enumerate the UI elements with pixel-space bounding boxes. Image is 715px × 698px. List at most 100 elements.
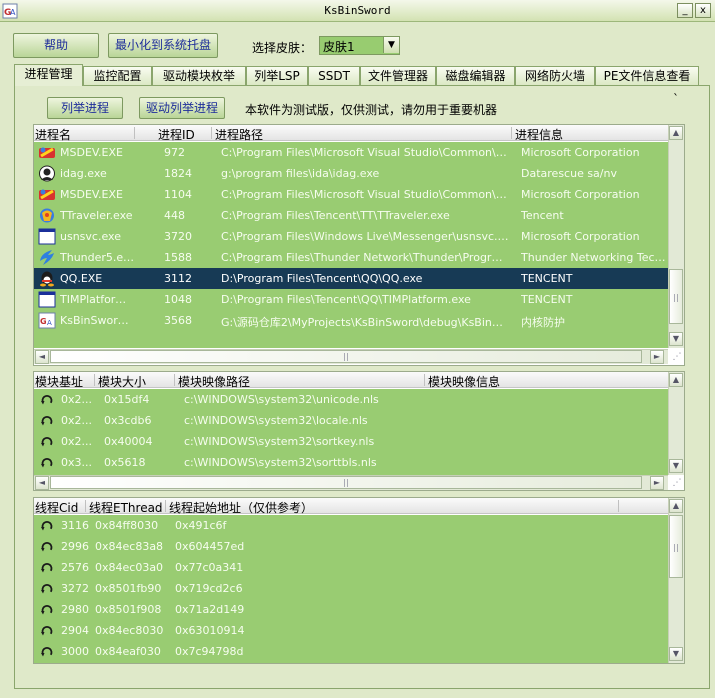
skin-select[interactable]: 皮肤1 ▼ (319, 36, 400, 55)
close-button[interactable]: x (695, 3, 711, 18)
process-row[interactable]: MSDEV.EXE 972 C:\Program Files\Microsoft V… (34, 142, 668, 163)
scroll-left-icon[interactable]: ◄ (35, 476, 49, 490)
module-row[interactable]: 0x2... 0x3cdb6 c:\WINDOWS\system32\locale.… (34, 410, 668, 431)
thread-ethread: 0x8501f908 (95, 603, 162, 616)
col-module-size[interactable]: 模块大小 (98, 373, 146, 390)
tab-process-manager[interactable]: 进程管理 (14, 64, 83, 86)
tab-driver-modules[interactable]: 驱动模块枚举 (152, 66, 246, 85)
col-thread-start-address[interactable]: 线程起始地址（仅供参考） (169, 499, 313, 516)
process-row[interactable]: QQ.EXE 3112 D:\Program Files\Tencent\QQ\QQ… (34, 268, 668, 289)
module-size: 0x40004 (104, 435, 153, 448)
tab-firewall[interactable]: 网络防火墙 (515, 66, 595, 85)
module-table: 模块基址 模块大小 模块映像路径 模块映像信息 0x2... 0x15df4 c:\… (33, 371, 685, 491)
tab-monitor-config[interactable]: 监控配置 (83, 66, 152, 85)
window-icon (38, 291, 56, 308)
tab-ssdt[interactable]: SSDT (308, 66, 360, 85)
refresh-icon (40, 456, 54, 469)
col-process-path[interactable]: 进程路径 (215, 126, 263, 143)
col-process-id[interactable]: 进程ID (158, 126, 195, 143)
process-vscroll-thumb[interactable]: || (669, 269, 683, 324)
process-row[interactable]: MSDEV.EXE 1104 C:\Program Files\Microsoft … (34, 184, 668, 205)
refresh-icon (40, 603, 54, 616)
thread-row[interactable]: 2980 0x8501f908 0x71a2d149 (34, 599, 668, 620)
thunder-icon (38, 249, 56, 266)
process-info: Microsoft Corporation (521, 146, 640, 159)
col-module-info[interactable]: 模块映像信息 (428, 373, 500, 390)
minimize-button[interactable]: _ (677, 3, 693, 18)
help-button[interactable]: 帮助 (13, 33, 99, 58)
scroll-right-icon[interactable]: ► (650, 476, 664, 490)
process-row[interactable]: usnsvc.exe 3720 C:\Program Files\Windows L… (34, 226, 668, 247)
refresh-icon (40, 561, 54, 574)
process-table-header: 进程名 进程ID 进程路径 进程信息 (34, 125, 668, 143)
msdev-icon (38, 144, 56, 161)
scroll-down-icon[interactable]: ▼ (669, 647, 683, 661)
col-thread-ethread[interactable]: 线程EThread (89, 499, 163, 516)
process-hscroll[interactable]: ◄ || ► (34, 349, 668, 364)
process-row[interactable]: TIMPlatform... 1048 D:\Program Files\Tence… (34, 289, 668, 310)
module-vscroll[interactable]: ▲ ▼ (668, 372, 684, 475)
thread-row[interactable]: 3000 0x84eaf030 0x7c94798d (34, 641, 668, 662)
thread-row[interactable]: 2996 0x84ec83a8 0x604457ed (34, 536, 668, 557)
thread-list: 3116 0x84ff8030 0x491c6f 2996 0x84ec83a8 0x60… (34, 515, 668, 663)
thread-vscroll-thumb[interactable]: || (669, 515, 683, 578)
process-info: TENCENT (521, 293, 573, 306)
refresh-icon (40, 414, 54, 427)
process-row[interactable]: idag.exe 1824 g:\program files\ida\idag.ex… (34, 163, 668, 184)
col-process-name[interactable]: 进程名 (35, 126, 71, 143)
thread-cid: 2996 (61, 540, 89, 553)
module-table-header: 模块基址 模块大小 模块映像路径 模块映像信息 (34, 372, 668, 390)
process-id: 3112 (164, 272, 192, 285)
col-process-info[interactable]: 进程信息 (515, 126, 563, 143)
refresh-icon (40, 435, 54, 448)
thread-row[interactable]: 3272 0x8501fb90 0x719cd2c6 (34, 578, 668, 599)
scroll-right-icon[interactable]: ► (650, 350, 664, 364)
scroll-up-icon[interactable]: ▲ (669, 126, 683, 140)
module-hscroll[interactable]: ◄ || ► (34, 475, 668, 490)
thread-row[interactable]: 3116 0x84ff8030 0x491c6f (34, 515, 668, 536)
process-path: C:\Program Files\Windows Live\Messenger\… (221, 230, 509, 243)
process-list: MSDEV.EXE 972 C:\Program Files\Microsoft V… (34, 142, 668, 348)
tab-file-manager[interactable]: 文件管理器 (360, 66, 436, 85)
module-hscroll-thumb[interactable]: || (50, 476, 642, 489)
minimize-to-tray-button[interactable]: 最小化到系统托盘 (108, 33, 218, 58)
module-size: 0x5618 (104, 456, 146, 469)
driver-enum-process-button[interactable]: 驱动列举进程 (139, 97, 225, 119)
process-vscroll[interactable]: ▲ || ▼ (668, 125, 684, 348)
process-row[interactable]: Thunder5.exe 1588 C:\Program Files\Thunder… (34, 247, 668, 268)
col-module-path[interactable]: 模块映像路径 (178, 373, 250, 390)
col-module-base[interactable]: 模块基址 (35, 373, 83, 390)
module-row[interactable]: 0x2... 0x15df4 c:\WINDOWS\system32\unicode… (34, 389, 668, 410)
chevron-down-icon[interactable]: ▼ (383, 37, 399, 53)
tab-disk-editor[interactable]: 磁盘编辑器 (436, 66, 515, 85)
thread-vscroll[interactable]: ▲ || ▼ (668, 498, 684, 663)
process-hscroll-thumb[interactable]: || (50, 350, 642, 363)
module-size: 0x15df4 (104, 393, 150, 406)
tab-pe-info[interactable]: PE文件信息查看 (595, 66, 699, 85)
process-path: C:\Program Files\Microsoft Visual Studio… (221, 146, 509, 159)
process-row[interactable]: TTraveler.exe 448 C:\Program Files\Tencent… (34, 205, 668, 226)
module-path: c:\WINDOWS\system32\sorttbls.nls (184, 456, 377, 469)
process-name: MSDEV.EXE (60, 146, 123, 159)
process-name: MSDEV.EXE (60, 188, 123, 201)
refresh-icon (40, 540, 54, 553)
scroll-down-icon[interactable]: ▼ (669, 332, 683, 346)
enum-process-button[interactable]: 列举进程 (47, 97, 123, 119)
process-row[interactable]: G A KsBinSword.... 3568 G:\源码仓库2\MyProjects\… (34, 310, 668, 331)
module-row[interactable]: 0x3... 0x5618 c:\WINDOWS\system32\sorttbls… (34, 452, 668, 473)
module-row[interactable]: 0x2... 0x40004 c:\WINDOWS\system32\sortkey… (34, 431, 668, 452)
tab-lsp[interactable]: 列举LSP (246, 66, 308, 85)
scroll-down-icon[interactable]: ▼ (669, 459, 683, 473)
col-thread-cid[interactable]: 线程Cid (35, 499, 78, 516)
scroll-left-icon[interactable]: ◄ (35, 350, 49, 364)
scroll-up-icon[interactable]: ▲ (669, 499, 683, 513)
svg-text:A: A (47, 319, 52, 327)
thread-row[interactable]: 2576 0x84ec03a0 0x77c0a341 (34, 557, 668, 578)
scroll-up-icon[interactable]: ▲ (669, 373, 683, 387)
thread-row[interactable]: 2904 0x84ec8030 0x63010914 (34, 620, 668, 641)
process-name: KsBinSword.... (60, 314, 134, 327)
process-id: 1588 (164, 251, 192, 264)
process-id: 3720 (164, 230, 192, 243)
skin-select-value: 皮肤1 (323, 40, 355, 54)
process-name: TTraveler.exe (60, 209, 133, 222)
